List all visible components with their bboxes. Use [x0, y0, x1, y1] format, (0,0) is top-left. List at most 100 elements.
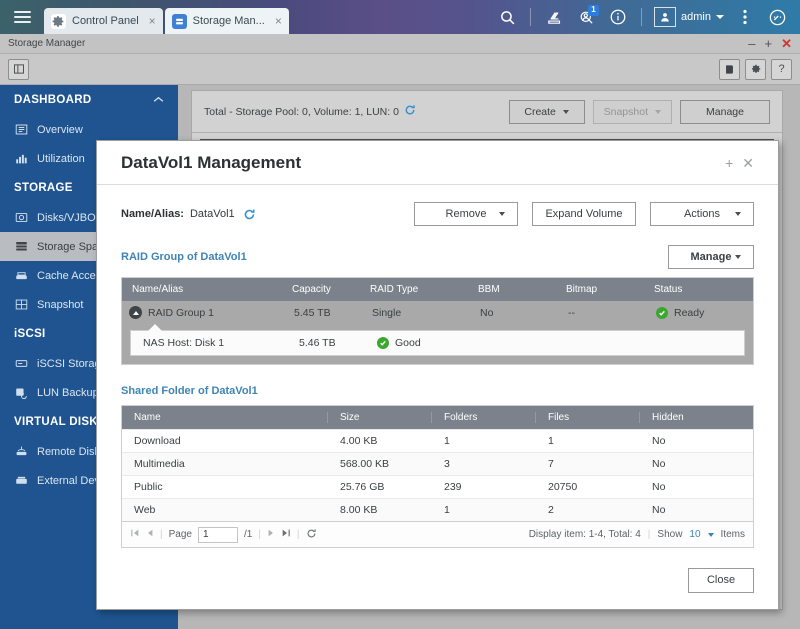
remove-button[interactable]: Remove — [414, 202, 518, 226]
close-icon[interactable]: × — [149, 14, 156, 28]
datavol1-management-dialog: DataVol1 Management + ✕ Name/Alias: Data… — [96, 140, 779, 610]
manage-button-label: Manage — [706, 105, 744, 118]
column-name-alias: Name/Alias — [132, 284, 184, 295]
column-name: Name — [122, 412, 328, 423]
pager-divider: | — [160, 529, 163, 540]
dialog-expand-button[interactable]: + — [725, 156, 733, 170]
chevron-down-icon — [735, 255, 741, 259]
settings-gear-icon[interactable] — [745, 58, 766, 80]
shared-section-title: Shared Folder of DataVol1 — [121, 385, 258, 397]
snapshot-icon — [14, 298, 28, 312]
collapse-caret-icon[interactable] — [129, 306, 142, 319]
folder-hidden: No — [652, 481, 666, 493]
folder-size: 25.76 GB — [340, 481, 385, 493]
expand-volume-button[interactable]: Expand Volume — [532, 202, 636, 226]
info-icon[interactable] — [603, 0, 633, 34]
window-toolbar: ? — [0, 54, 800, 85]
pagination-right: Display item: 1-4, Total: 4 | Show 10 It… — [529, 529, 745, 540]
pager-divider: | — [647, 529, 651, 540]
create-button-label: Create — [524, 105, 556, 118]
close-button[interactable]: Close — [688, 567, 754, 593]
page-input[interactable] — [197, 526, 238, 543]
sidebar-item-label: Disks/VJBOD — [37, 211, 104, 224]
create-button[interactable]: Create — [508, 99, 585, 124]
table-row[interactable]: Multimedia 568.00 KB 3 7 No — [122, 452, 753, 475]
table-row[interactable]: RAID Group 1 5.45 TB Single No -- Ready — [122, 301, 753, 324]
chevron-down-icon[interactable] — [707, 532, 714, 537]
items-label: Items — [720, 529, 745, 540]
volume-icon[interactable] — [719, 58, 740, 80]
tab-control-panel[interactable]: Control Panel × — [44, 8, 163, 34]
minimize-button[interactable]: – — [748, 37, 755, 50]
disk-icon — [14, 211, 28, 225]
snapshot-button[interactable]: Snapshot — [592, 99, 672, 124]
gear-icon — [51, 13, 66, 29]
more-vertical-icon[interactable] — [730, 0, 760, 34]
refresh-icon[interactable] — [306, 528, 317, 542]
folder-size: 4.00 KB — [340, 435, 378, 447]
folder-folders: 1 — [444, 435, 450, 447]
column-bbm: BBM — [478, 284, 500, 295]
help-icon[interactable]: ? — [771, 58, 792, 80]
table-row[interactable]: Web 8.00 KB 1 2 No — [122, 498, 753, 521]
folder-files: 1 — [548, 435, 554, 447]
window-controls: – + ✕ — [748, 37, 792, 50]
shared-folder-table: Name Size Folders Files Hidden Download … — [121, 405, 754, 522]
manage-button[interactable]: Manage — [680, 99, 770, 124]
sidebar-group-label: VIRTUAL DISK — [14, 416, 98, 428]
user-menu[interactable]: admin — [650, 7, 728, 27]
raid-disk-row[interactable]: NAS Host: Disk 1 5.46 TB Good — [130, 330, 745, 356]
actions-button[interactable]: Actions — [650, 202, 754, 226]
utilization-chart-icon — [14, 152, 28, 166]
close-icon[interactable]: × — [275, 14, 282, 28]
pager-divider: | — [258, 529, 261, 540]
dialog-header: DataVol1 Management + ✕ — [97, 141, 778, 185]
notifications-icon[interactable]: 1 — [571, 0, 601, 34]
chevron-down-icon — [499, 212, 505, 216]
storage-icon — [171, 13, 187, 29]
sidebar-group-dashboard[interactable]: DASHBOARD — [0, 85, 178, 115]
remote-disk-icon — [14, 445, 28, 459]
sidebar-item-label: LUN Backup — [37, 386, 99, 399]
window-close-button[interactable]: ✕ — [781, 37, 792, 50]
panel-toggle-icon[interactable] — [8, 58, 29, 80]
storage-totals-text: Total - Storage Pool: 0, Volume: 1, LUN:… — [204, 105, 399, 118]
hamburger-menu-icon[interactable] — [0, 0, 44, 34]
refresh-icon[interactable] — [404, 104, 416, 119]
folder-name: Web — [134, 504, 156, 516]
show-value[interactable]: 10 — [689, 529, 700, 540]
dialog-close-icon[interactable]: ✕ — [742, 156, 754, 170]
prev-page-icon[interactable] — [146, 528, 154, 541]
show-label: Show — [657, 529, 683, 540]
column-bitmap: Bitmap — [566, 284, 598, 295]
tab-label: Storage Man... — [192, 15, 265, 27]
maximize-button[interactable]: + — [765, 37, 773, 50]
disk-capacity: 5.46 TB — [299, 337, 336, 349]
check-ok-icon — [377, 337, 389, 349]
storage-space-icon — [14, 240, 28, 254]
raid-manage-button[interactable]: Manage — [668, 245, 754, 269]
dialog-title: DataVol1 Management — [121, 152, 302, 172]
header-icon-group: 1 admin — [492, 0, 800, 34]
column-hidden: Hidden — [652, 412, 684, 423]
table-row[interactable]: Download 4.00 KB 1 1 No — [122, 429, 753, 452]
next-page-icon[interactable] — [267, 528, 275, 541]
dashboard-gauge-icon[interactable] — [762, 0, 792, 34]
header-divider — [530, 8, 532, 26]
first-page-icon[interactable] — [130, 528, 140, 541]
column-folders: Folders — [432, 412, 536, 423]
folder-name: Multimedia — [134, 458, 185, 470]
sidebar-item-label: Overview — [37, 123, 83, 136]
shared-table-header: Name Size Folders Files Hidden — [122, 406, 753, 429]
sidebar-group-label: DASHBOARD — [14, 94, 92, 106]
folder-name: Public — [134, 481, 163, 493]
tab-storage-manager[interactable]: Storage Man... × — [164, 8, 289, 34]
search-icon[interactable] — [492, 0, 522, 34]
sidebar-item-label: Remote Disk — [37, 445, 100, 458]
pagination-bar: | Page /1 | | Display item: — [121, 522, 754, 548]
refresh-icon[interactable] — [243, 208, 256, 221]
table-row[interactable]: Public 25.76 GB 239 20750 No — [122, 475, 753, 498]
background-tasks-icon[interactable] — [539, 0, 569, 34]
chevron-up-icon[interactable] — [153, 95, 164, 106]
last-page-icon[interactable] — [281, 528, 291, 541]
